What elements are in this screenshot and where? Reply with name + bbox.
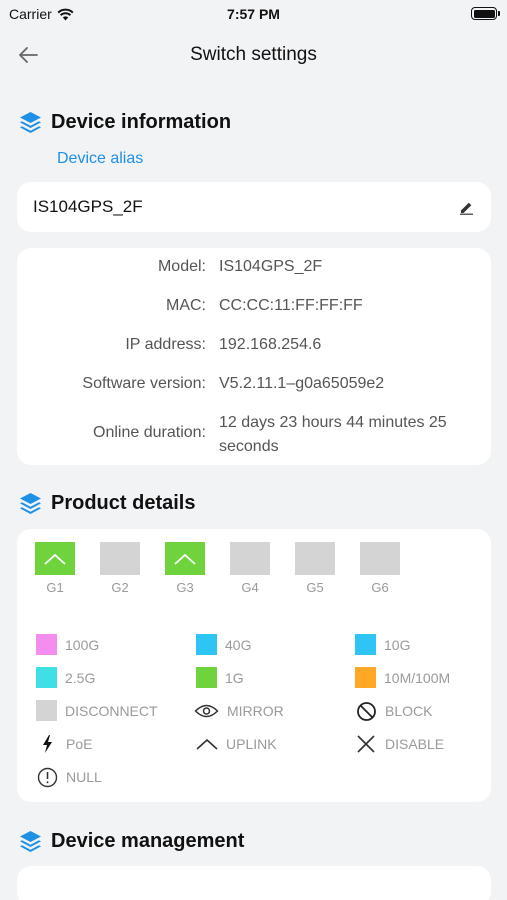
info-key: Model: (157, 258, 206, 275)
port-label: G2 (111, 580, 129, 595)
legend-label: DISABLE (385, 736, 445, 752)
product-details-card: G1 G2 G3 G4 G5 G6 100G 40G 10G 2.5G 1G 1… (17, 529, 491, 802)
legend-label: 40G (225, 636, 252, 653)
device-information-header: Device information (18, 110, 231, 135)
device-management-card (17, 866, 491, 900)
device-info-card: Model: IS104GPS_2F MAC: CC:CC:11:FF:FF:F… (17, 248, 491, 465)
exclamation-circle-icon (36, 766, 58, 788)
port-label: G3 (176, 580, 194, 595)
info-value: CC:CC:11:FF:FF:FF (219, 297, 363, 314)
block-icon (355, 700, 377, 722)
port-g6[interactable]: G6 (360, 542, 400, 595)
status-bar: Carrier 7:57 PM (0, 0, 507, 28)
legend-label: DISCONNECT (65, 702, 158, 719)
page-title: Switch settings (190, 44, 317, 65)
legend-10g: 10G (355, 634, 410, 655)
legend-disable: DISABLE (355, 733, 444, 755)
section-title: Device management (51, 830, 245, 852)
device-alias-label: Device alias (57, 150, 144, 167)
color-swatch (36, 700, 57, 721)
color-swatch (196, 667, 217, 688)
legend-null: NULL (36, 766, 102, 788)
port-label: G5 (306, 580, 324, 595)
legend-mirror: MIRROR (194, 700, 284, 722)
info-key: Software version: (82, 375, 206, 392)
legend-uplink: UPLINK (196, 733, 277, 755)
legend-label: PoE (66, 736, 93, 752)
info-key: MAC: (166, 297, 206, 314)
legend-disconnect: DISCONNECT (36, 700, 158, 721)
port-status-box (295, 542, 335, 575)
legend-label: UPLINK (226, 736, 277, 752)
info-value: 192.168.254.6 (219, 336, 322, 353)
legend-100g: 100G (36, 634, 99, 655)
legend-label: 100G (65, 636, 100, 653)
legend-poe: PoE (36, 733, 92, 755)
info-value: V5.2.11.1–g0a65059e2 (219, 375, 385, 392)
legend-1g: 1G (196, 667, 244, 688)
legend-label: 10G (384, 636, 411, 653)
lightning-icon (36, 733, 58, 755)
edit-pencil-icon[interactable] (459, 200, 474, 215)
color-swatch (36, 667, 57, 688)
x-icon (355, 733, 377, 755)
device-alias-field[interactable]: IS104GPS_2F (17, 182, 491, 232)
product-details-header: Product details (18, 491, 195, 516)
color-swatch (355, 667, 376, 688)
section-title: Device information (51, 111, 232, 133)
color-swatch (355, 634, 376, 655)
legend-block: BLOCK (355, 700, 432, 722)
device-management-header: Device management (18, 829, 244, 854)
port-strip: G1 G2 G3 G4 G5 G6 (35, 542, 400, 595)
info-value: 12 days 23 hours 44 minutes 25 seconds (219, 414, 447, 455)
layers-icon (20, 112, 41, 133)
legend-label: 2.5G (65, 669, 96, 686)
color-swatch (36, 634, 57, 655)
legend-label: MIRROR (227, 703, 284, 719)
legend-label: BLOCK (385, 703, 433, 719)
port-label: G6 (371, 580, 389, 595)
navigation-bar: Switch settings (0, 34, 507, 78)
port-g5[interactable]: G5 (295, 542, 335, 595)
port-status-box (230, 542, 270, 575)
clock: 7:57 PM (227, 6, 280, 22)
info-key: IP address: (125, 336, 206, 353)
legend-40g: 40G (196, 634, 251, 655)
legend-label: 1G (225, 669, 244, 686)
eye-icon (194, 700, 219, 722)
uplink-chevron-icon (44, 553, 66, 565)
port-label: G4 (241, 580, 259, 595)
port-g4[interactable]: G4 (230, 542, 270, 595)
port-label: G1 (46, 580, 64, 595)
port-status-box (35, 542, 75, 575)
legend-label: NULL (66, 769, 102, 785)
color-swatch (196, 634, 217, 655)
port-g1[interactable]: G1 (35, 542, 75, 595)
legend-2-5g: 2.5G (36, 667, 95, 688)
port-g2[interactable]: G2 (100, 542, 140, 595)
layers-icon (20, 831, 41, 852)
device-alias-value: IS104GPS_2F (33, 197, 143, 216)
battery-icon (471, 7, 500, 20)
port-g3[interactable]: G3 (165, 542, 205, 595)
legend-10m-100m: 10M/100M (355, 667, 450, 688)
legend-label: 10M/100M (384, 669, 451, 686)
section-title: Product details (51, 492, 196, 514)
port-status-box (100, 542, 140, 575)
info-value: IS104GPS_2F (219, 258, 323, 275)
info-key: Online duration: (93, 424, 206, 441)
uplink-chevron-icon (174, 553, 196, 565)
port-status-box (165, 542, 205, 575)
uplink-chevron-icon (196, 733, 218, 755)
layers-icon (20, 493, 41, 514)
port-status-box (360, 542, 400, 575)
